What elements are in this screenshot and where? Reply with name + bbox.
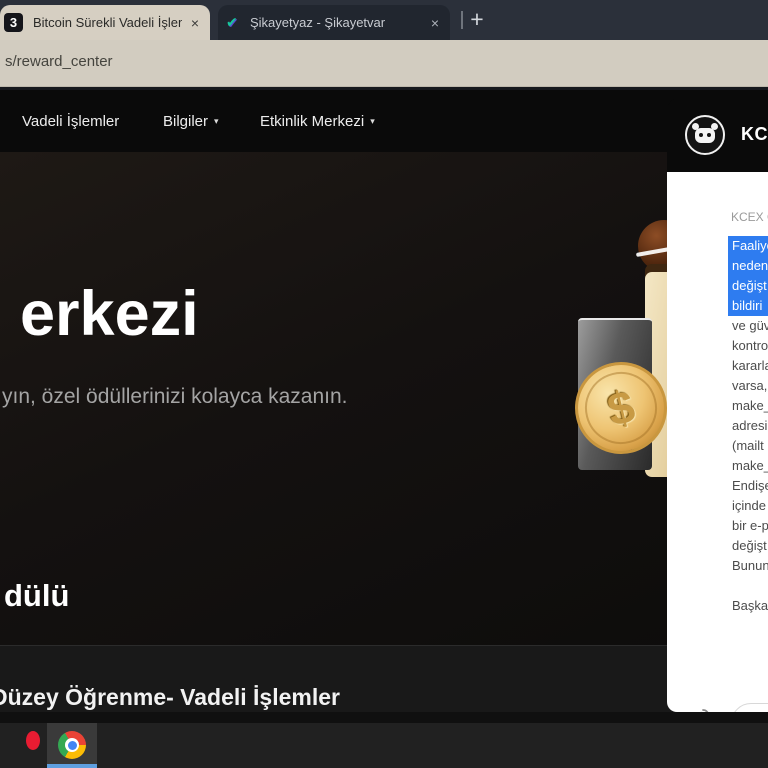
chat-message-line: bir e-p <box>732 518 768 533</box>
attachment-icon[interactable] <box>694 708 712 712</box>
learn-section: Düzey Öğrenme- Vadeli İşlemler <box>0 645 768 712</box>
active-app-indicator <box>47 764 97 768</box>
tab-title: Bitcoin Sürekli Vadeli İşlem_ Bit <box>33 15 182 30</box>
chat-message-line: Başka <box>732 598 768 613</box>
page-subtitle: yın, özel ödüllerinizi kolayca kazanın. <box>2 385 348 408</box>
new-tab-button[interactable]: + <box>466 3 488 35</box>
chat-message-line: make_ <box>732 398 768 413</box>
taskbar-chrome-tile[interactable] <box>47 723 97 768</box>
chevron-down-icon: ▾ <box>370 115 375 126</box>
tab-title: Şikayetyaz - Şikayetvar <box>250 15 386 30</box>
chat-message-line: kararla <box>732 358 768 373</box>
chrome-icon[interactable] <box>58 731 86 759</box>
chat-message-line: değişt <box>728 276 768 296</box>
chat-message-line: Faaliye <box>728 236 768 256</box>
chat-widget: KCEX KCEX O Faaliyenedendeğiştbildirive … <box>667 97 768 712</box>
taskbar <box>0 723 768 768</box>
chat-message-line: içinde <box>732 498 766 513</box>
chat-sender-label: KCEX O <box>731 210 768 224</box>
nav-item-vadeli-islemler[interactable]: Vadeli İşlemler <box>22 90 119 152</box>
browser-tab-bitcoin[interactable]: 3 Bitcoin Sürekli Vadeli İşlem_ Bit × <box>0 5 210 40</box>
browser-tab-sikayetvar[interactable]: ✔ Şikayetyaz - Şikayetvar × <box>218 5 450 40</box>
hero-section: $ erkezi yın, özel ödüllerinizi kolayca … <box>0 152 768 645</box>
nav-item-bilgiler[interactable]: Bilgiler ▾ <box>163 90 219 152</box>
chat-message-line <box>728 576 768 596</box>
chat-message-line: (mailt <box>732 438 764 453</box>
chat-message-line: neden <box>728 256 768 276</box>
kcex-mascot-icon <box>685 114 725 155</box>
nav-label: Vadeli İşlemler <box>22 112 120 130</box>
dollar-symbol: $ <box>602 379 640 437</box>
chat-message-line: bildiri <box>728 296 768 316</box>
chat-message-line: make_ <box>732 458 768 473</box>
kcex-favicon-icon: 3 <box>4 13 23 32</box>
page-title: erkezi <box>20 279 199 349</box>
tab-separator <box>461 11 463 29</box>
close-icon[interactable]: × <box>188 15 202 31</box>
chat-message-line: Bunun <box>732 558 768 573</box>
sikayetvar-favicon-icon: ✔ <box>226 14 238 30</box>
page-bottom-strip <box>0 712 768 723</box>
chat-message: Faaliyenedendeğiştbildirive güvekontroka… <box>728 236 768 616</box>
nav-item-etkinlik-merkezi[interactable]: Etkinlik Merkezi ▾ <box>260 90 375 152</box>
chat-header: KCEX <box>667 97 768 172</box>
chat-message-line: ve güve <box>732 318 768 333</box>
chat-message-input[interactable] <box>731 703 768 712</box>
nav-label: Bilgiler <box>163 112 209 130</box>
chat-message-line: adresi <box>732 418 768 433</box>
browser-tab-strip: 3 Bitcoin Sürekli Vadeli İşlem_ Bit × ✔ … <box>0 0 768 40</box>
url-text[interactable]: s/reward_center <box>5 53 113 70</box>
chat-brand-label: KCEX <box>741 124 768 144</box>
opera-icon[interactable] <box>26 731 40 750</box>
reward-heading: dülü <box>4 578 70 613</box>
chat-message-line: kontro <box>732 338 768 353</box>
chevron-down-icon: ▾ <box>214 115 219 126</box>
screen: 3 Bitcoin Sürekli Vadeli İşlem_ Bit × ✔ … <box>0 0 768 768</box>
url-bar[interactable]: s/reward_center <box>0 40 768 90</box>
chat-message-line: Endişe <box>732 478 768 493</box>
learn-section-heading: Düzey Öğrenme- Vadeli İşlemler <box>0 684 340 710</box>
chat-message-line: varsa, <box>732 378 768 393</box>
chat-body: KCEX O Faaliyenedendeğiştbildirive güvek… <box>667 172 768 712</box>
close-icon[interactable]: × <box>428 15 442 31</box>
chat-message-line: değişt <box>732 538 767 553</box>
site-nav: Vadeli İşlemler Bilgiler ▾ Etkinlik Merk… <box>0 90 768 152</box>
nav-label: Etkinlik Merkezi <box>260 112 365 130</box>
